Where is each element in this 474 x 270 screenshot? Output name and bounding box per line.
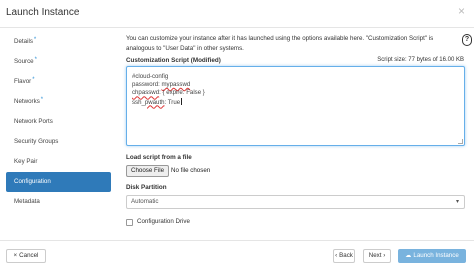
- choose-file-button[interactable]: Choose File: [126, 165, 170, 177]
- sidebar-item-label: Network Ports: [14, 118, 53, 125]
- chevron-right-icon: ›: [383, 252, 386, 259]
- load-script-label: Load script from a file: [126, 154, 192, 161]
- back-button[interactable]: ‹ Back: [333, 249, 355, 263]
- next-button-label: Next: [368, 252, 382, 259]
- configuration-description: You can customize your instance after it…: [126, 35, 434, 52]
- sidebar-item-security-groups[interactable]: Security Groups: [6, 132, 111, 152]
- script-key-suffix: pwauth: [144, 98, 165, 106]
- customization-script-textarea[interactable]: #cloud-config password: mypasswd chpassw…: [126, 66, 465, 146]
- cancel-button-label: Cancel: [19, 252, 39, 259]
- script-value: mypasswd: [161, 81, 191, 89]
- sidebar-item-flavor[interactable]: Flavor*: [6, 72, 111, 92]
- required-marker: *: [32, 77, 35, 83]
- launch-instance-button[interactable]: ☁ Launch Instance: [398, 249, 466, 263]
- chevron-down-icon: ▾: [455, 199, 459, 205]
- script-line-4: ssh_pwauth: True: [132, 97, 459, 107]
- cloud-upload-icon: ☁: [405, 252, 412, 259]
- sidebar-item-metadata[interactable]: Metadata: [6, 192, 111, 212]
- script-key: ssh_: [132, 98, 145, 106]
- script-key: password:: [132, 81, 162, 89]
- launch-button-label: Launch Instance: [413, 252, 459, 259]
- next-button[interactable]: Next ›: [363, 249, 391, 263]
- sidebar-item-source[interactable]: Source*: [6, 52, 111, 72]
- sidebar-item-label: Configuration: [14, 178, 51, 185]
- sidebar-item-key-pair[interactable]: Key Pair: [6, 152, 111, 172]
- sidebar-item-configuration[interactable]: Configuration: [6, 172, 111, 192]
- sidebar-item-label: Source: [14, 58, 34, 65]
- disk-partition-select[interactable]: Automatic ▾: [126, 195, 465, 209]
- dialog-footer: × Cancel ‹ Back Next › ☁ Launch Instance: [0, 240, 474, 270]
- script-line-2: password: mypasswd: [132, 81, 459, 89]
- help-icon[interactable]: ?: [462, 34, 472, 46]
- file-status-text: No file chosen: [171, 167, 211, 174]
- resize-grip-icon[interactable]: [458, 139, 463, 144]
- required-marker: *: [34, 57, 37, 63]
- sidebar-item-label: Networks: [14, 98, 40, 105]
- script-key: chpasswd: [132, 89, 160, 97]
- close-icon: ×: [13, 252, 18, 259]
- text-caret: [181, 97, 182, 105]
- customization-script-label: Customization Script (Modified): [126, 57, 221, 64]
- sidebar-item-network-ports[interactable]: Network Ports: [6, 112, 111, 132]
- wizard-steps-sidebar: Details* Source* Flavor* Networks* Netwo…: [6, 32, 111, 212]
- chevron-left-icon: ‹: [335, 252, 338, 259]
- sidebar-item-networks[interactable]: Networks*: [6, 92, 111, 112]
- script-line-3: chpasswd: { expire: False }: [132, 89, 459, 97]
- sidebar-item-label: Key Pair: [14, 158, 38, 165]
- sidebar-item-label: Metadata: [14, 198, 40, 205]
- sidebar-item-label: Flavor: [14, 78, 32, 85]
- script-value: : { expire: False }: [159, 89, 205, 97]
- disk-partition-label: Disk Partition: [126, 184, 167, 191]
- back-button-label: Back: [339, 252, 353, 259]
- script-line-1: #cloud-config: [132, 73, 169, 80]
- required-marker: *: [33, 37, 37, 43]
- required-marker: *: [40, 97, 44, 103]
- configuration-drive-label: Configuration Drive: [137, 218, 190, 225]
- configuration-panel: You can customize your instance after it…: [126, 0, 474, 246]
- sidebar-item-label: Security Groups: [14, 138, 59, 145]
- dialog-title: Launch Instance: [6, 7, 80, 18]
- cancel-button[interactable]: × Cancel: [6, 249, 46, 263]
- sidebar-item-details[interactable]: Details*: [6, 32, 111, 52]
- configuration-drive-checkbox[interactable]: [126, 219, 133, 226]
- script-size-indicator: Script size: 77 bytes of 16.00 KB: [377, 57, 464, 63]
- sidebar-item-label: Details: [14, 38, 33, 45]
- disk-partition-value: Automatic: [131, 198, 159, 205]
- script-value: : True: [164, 98, 181, 106]
